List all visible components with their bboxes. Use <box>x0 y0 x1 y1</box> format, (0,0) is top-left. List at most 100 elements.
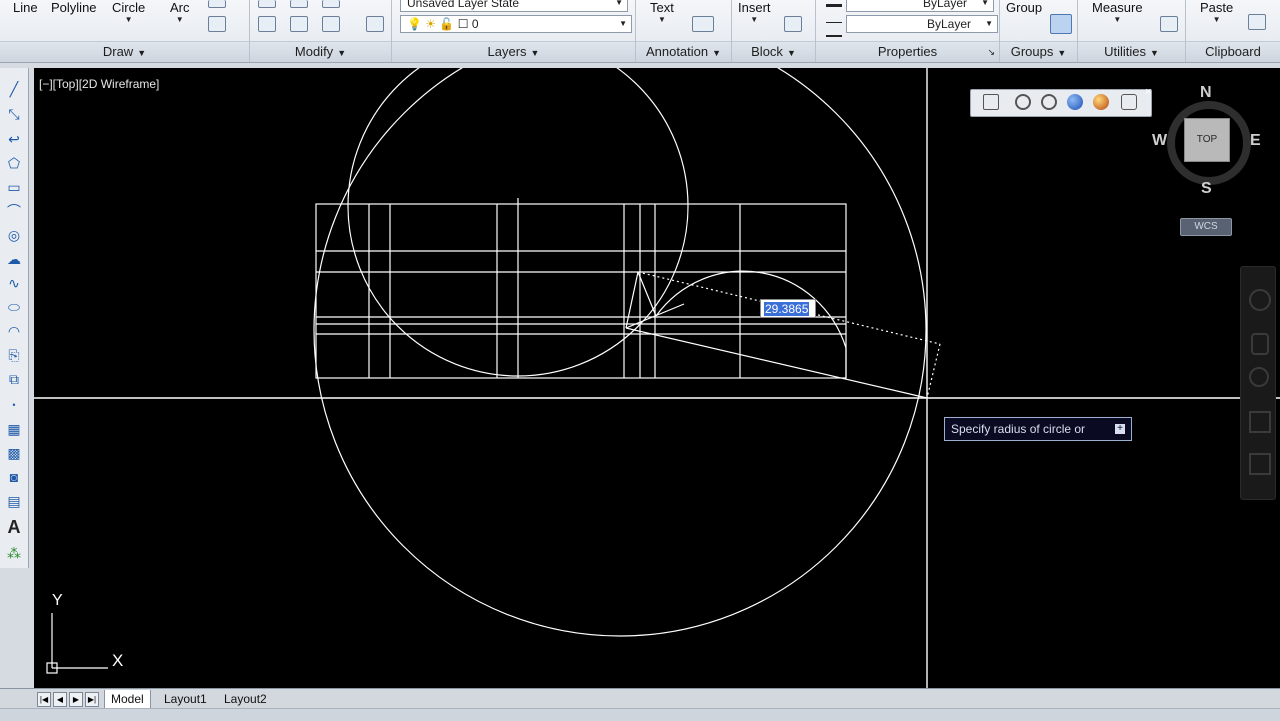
circle-button[interactable]: Circle ▼ <box>112 0 145 24</box>
ellipse-icon[interactable]: ⬭ <box>5 298 23 316</box>
fillet-icon[interactable] <box>366 16 384 32</box>
compass-east[interactable]: E <box>1250 132 1261 150</box>
move-icon[interactable] <box>258 0 276 8</box>
insert-button[interactable]: Insert ▼ <box>738 0 771 24</box>
paste-button[interactable]: Paste ▼ <box>1200 0 1233 24</box>
copy-icon[interactable] <box>1248 14 1266 30</box>
group-button[interactable]: Group <box>1006 0 1042 15</box>
properties-panel-title[interactable]: Properties ↘ <box>816 41 999 62</box>
annotation-panel-title[interactable]: Annotation ▼ <box>636 41 731 62</box>
tab-layout1[interactable]: Layout1 <box>158 690 213 708</box>
large-circle[interactable] <box>313 68 927 637</box>
revision-cloud-icon[interactable]: ☁ <box>5 250 23 268</box>
rectangle-icon[interactable]: ▭ <box>5 178 23 196</box>
compass-north[interactable]: N <box>1200 84 1212 102</box>
zoom-icon[interactable] <box>1249 367 1269 387</box>
lightbulb-icon: 💡 <box>407 17 422 31</box>
viewcube-top-face[interactable]: TOP <box>1184 118 1230 162</box>
line-button[interactable]: Line <box>13 0 38 15</box>
circle-icon[interactable]: ◎ <box>5 226 23 244</box>
multiline-text-icon[interactable]: A <box>5 518 23 536</box>
construction-line-icon[interactable]: ⤡ <box>5 105 23 123</box>
prev-tab-icon[interactable]: ◀ <box>53 692 67 707</box>
hatch-icon[interactable]: ▦ <box>5 420 23 438</box>
make-block-icon[interactable]: ⧉ <box>5 370 23 388</box>
realistic-icon[interactable] <box>1067 94 1083 110</box>
outer-rectangle[interactable] <box>315 203 847 379</box>
layer-state-combo[interactable]: Unsaved Layer State ▼ <box>400 0 628 12</box>
layers-panel-title[interactable]: Layers ▼ <box>392 41 635 62</box>
ellipse-arc-icon[interactable]: ◠ <box>5 322 23 340</box>
table-icon[interactable] <box>692 16 714 32</box>
conceptual-icon[interactable] <box>1093 94 1109 110</box>
region-icon[interactable]: ◙ <box>5 468 23 486</box>
polyline-button[interactable]: Polyline <box>51 0 97 15</box>
add-selected-icon[interactable]: ⁂ <box>5 544 23 562</box>
lineweight-icon <box>826 22 842 37</box>
viewcube[interactable]: TOP N S E W <box>1150 84 1261 197</box>
calculator-icon[interactable] <box>1160 16 1178 32</box>
dynamic-input-field[interactable]: 29.3865 <box>760 299 816 318</box>
viewport-label[interactable]: [−][Top][2D Wireframe] <box>39 77 159 91</box>
properties-title-label: Properties <box>877 44 938 59</box>
measure-button[interactable]: Measure ▼ <box>1092 0 1143 24</box>
first-tab-icon[interactable]: |◀ <box>37 692 51 707</box>
edit-block-icon[interactable] <box>784 16 802 32</box>
circle-label: Circle <box>112 0 146 15</box>
table-icon[interactable]: ▤ <box>5 492 23 510</box>
next-tab-icon[interactable]: ▶ <box>69 692 83 707</box>
chevron-down-icon: ▼ <box>175 15 184 24</box>
arc-button[interactable]: Arc ▼ <box>170 0 190 24</box>
wcs-menu[interactable]: WCS <box>1180 218 1232 236</box>
layer-combo[interactable]: 💡 ☀ 🔓 ☐ 0 ▼ <box>400 15 632 33</box>
steering-wheel-icon[interactable] <box>1249 289 1271 311</box>
last-tab-icon[interactable]: ▶| <box>85 692 99 707</box>
arc-icon[interactable]: ⌒ <box>5 202 23 220</box>
orbit-icon[interactable] <box>1249 411 1271 433</box>
showmotion-icon[interactable] <box>1249 453 1271 475</box>
point-icon[interactable]: • <box>5 396 23 414</box>
view-icon[interactable] <box>983 94 999 110</box>
tab-layout2[interactable]: Layout2 <box>218 690 273 708</box>
polygon-icon[interactable]: ⬠ <box>5 154 23 172</box>
drawing-viewport[interactable]: [−][Top][2D Wireframe] Y X 29.3865 Speci… <box>34 68 1280 688</box>
modify-panel-title[interactable]: Modify ▼ <box>250 41 391 62</box>
block-panel-title[interactable]: Block ▼ <box>732 41 815 62</box>
current-layer-value: 0 <box>471 17 479 31</box>
chevron-down-icon: ▼ <box>1212 15 1221 24</box>
group-select-icon[interactable] <box>1050 14 1072 34</box>
dynamic-input-value: 29.3865 <box>764 302 810 316</box>
chevron-down-icon: ▼ <box>985 19 993 28</box>
color-combo[interactable]: ByLayer ▼ <box>846 0 994 12</box>
trim-icon[interactable] <box>322 0 340 8</box>
array-icon[interactable] <box>322 16 340 32</box>
polyline-icon[interactable]: ↩ <box>5 130 23 148</box>
compass-south[interactable]: S <box>1201 180 1212 198</box>
compass-west[interactable]: W <box>1152 132 1167 150</box>
insert-block-icon[interactable]: ⎘ <box>5 346 23 364</box>
lock-view-icon[interactable] <box>1121 94 1137 110</box>
groups-panel-title[interactable]: Groups ▼ <box>1000 41 1077 62</box>
spline-icon[interactable]: ∿ <box>5 274 23 292</box>
wireframe-icon[interactable] <box>1015 94 1031 110</box>
linetype-combo[interactable]: ByLayer ▼ <box>846 15 998 33</box>
text-button[interactable]: Text ▼ <box>650 0 674 24</box>
draw-panel-title[interactable]: Draw ▼ <box>0 41 249 62</box>
hatch-icon[interactable] <box>208 16 226 32</box>
tangent-line-1 <box>625 271 639 329</box>
tab-model[interactable]: Model <box>104 690 151 709</box>
expand-icon[interactable]: + <box>1115 424 1125 434</box>
stretch-icon[interactable] <box>258 16 276 32</box>
hidden-icon[interactable] <box>1041 94 1057 110</box>
drawing-canvas[interactable] <box>34 68 1280 688</box>
chevron-down-icon: ▼ <box>750 15 759 24</box>
rotate-icon[interactable] <box>290 0 308 8</box>
navigation-bar <box>1240 266 1276 500</box>
line-icon[interactable]: ╱ <box>5 80 23 98</box>
clipboard-panel-title[interactable]: Clipboard <box>1186 41 1280 62</box>
utilities-panel-title[interactable]: Utilities ▼ <box>1078 41 1185 62</box>
gradient-icon[interactable]: ▩ <box>5 444 23 462</box>
pan-icon[interactable] <box>1251 333 1269 355</box>
scale-icon[interactable] <box>290 16 308 32</box>
region-icon[interactable] <box>208 0 226 8</box>
